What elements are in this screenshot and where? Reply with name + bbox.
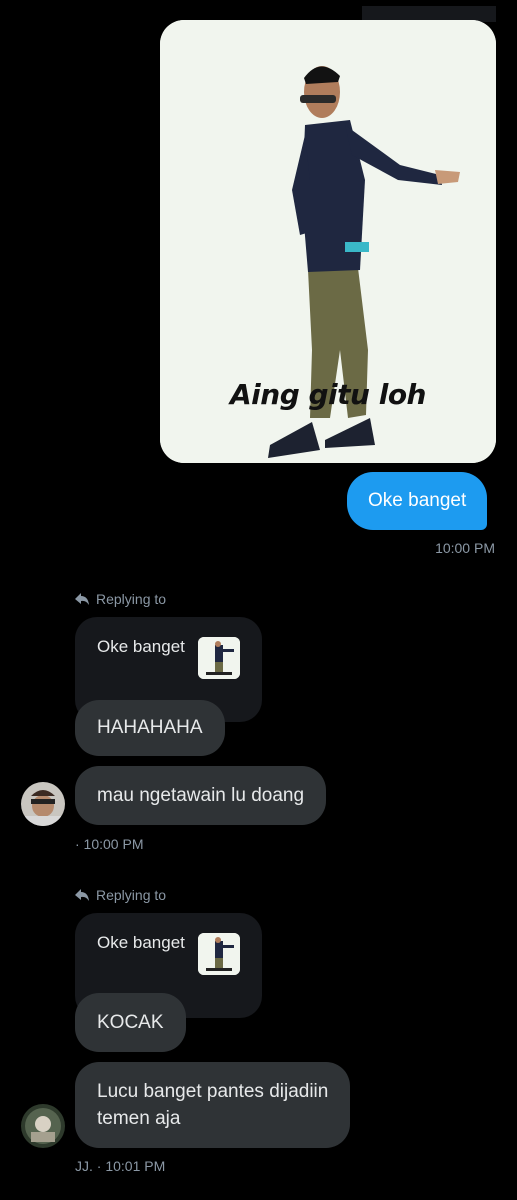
message-meta: JJ. · 10:01 PM (75, 1158, 166, 1174)
replying-label: Replying to (96, 591, 167, 607)
quoted-image-thumbnail (198, 933, 240, 975)
replying-to-label-2: Replying to (74, 887, 166, 903)
replying-label: Replying to (96, 887, 167, 903)
avatar[interactable] (21, 782, 65, 826)
replying-to-label-1: Replying to (74, 591, 166, 607)
quoted-text: Oke banget (97, 637, 185, 656)
reply-arrow-icon (75, 889, 89, 901)
quoted-image-thumbnail (198, 637, 240, 679)
avatar[interactable] (21, 1104, 65, 1148)
message-line: temen aja (97, 1108, 181, 1129)
message-meta: · 10:00 PM (75, 836, 144, 852)
outgoing-timestamp: 10:00 PM (435, 540, 495, 556)
incoming-message-bubble[interactable]: KOCAK (75, 993, 186, 1052)
incoming-message-bubble[interactable]: Lucu banget pantes dijadiin temen aja (75, 1062, 351, 1148)
meme-caption: Aing gitu loh (230, 378, 426, 411)
meme-image[interactable]: Aing gitu loh (160, 20, 496, 463)
message-line: Lucu banget pantes dijadiin (97, 1081, 329, 1102)
quoted-text: Oke banget (97, 933, 185, 952)
incoming-message-bubble[interactable]: HAHAHAHA (75, 700, 225, 756)
reply-arrow-icon (75, 593, 89, 605)
outgoing-message-bubble[interactable]: Oke banget (347, 472, 488, 530)
incoming-message-bubble[interactable]: mau ngetawain lu doang (75, 766, 327, 825)
